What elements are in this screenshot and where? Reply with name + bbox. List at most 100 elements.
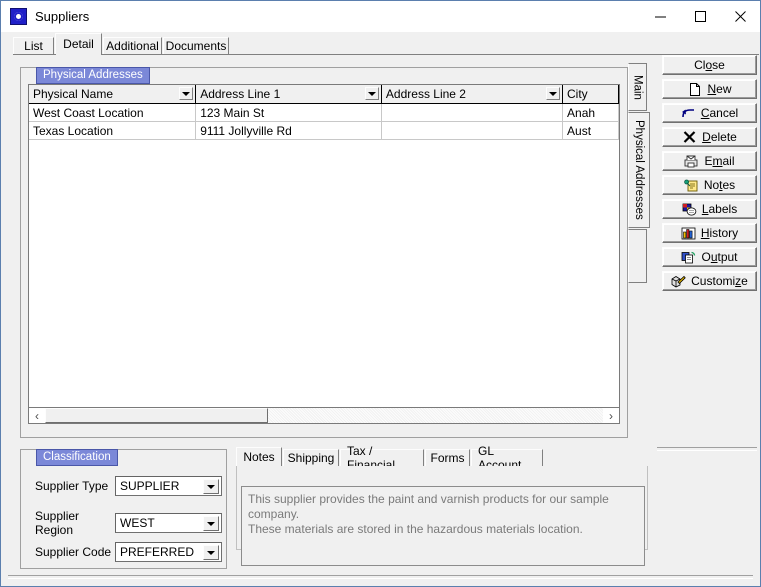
- pencil-box-icon: [671, 274, 686, 288]
- tab-documents-label: Documents: [165, 39, 227, 53]
- maximize-icon[interactable]: [680, 1, 720, 32]
- window-title: Suppliers: [35, 9, 90, 24]
- tab-notes[interactable]: Notes: [236, 447, 282, 467]
- tab-detail-label: Detail: [63, 37, 94, 51]
- supplier-region-value: WEST: [120, 516, 155, 530]
- minimize-icon[interactable]: [640, 1, 680, 32]
- copy-refresh-icon: [681, 250, 696, 264]
- email-button[interactable]: Email: [662, 151, 757, 171]
- notes-tab-strip: Notes Shipping Tax / Financial Forms GL …: [236, 444, 648, 472]
- supplier-code-select[interactable]: PREFERRED: [115, 542, 222, 562]
- delete-button-label: Delete: [702, 130, 737, 144]
- vtab-main-label: Main: [631, 74, 644, 100]
- table-row[interactable]: West Coast Location 123 Main St Anah: [29, 104, 619, 122]
- right-panel-divider: [657, 447, 757, 451]
- cell-physical-name: Texas Location: [29, 122, 197, 139]
- cell-city: Aust: [563, 122, 619, 139]
- chevron-down-icon[interactable]: [203, 479, 219, 494]
- physical-addresses-group-label: Physical Addresses: [36, 67, 150, 84]
- tab-tax-financial[interactable]: Tax / Financial: [340, 444, 424, 472]
- app-suppliers-icon: [10, 8, 27, 25]
- notes-button-label: Notes: [703, 178, 736, 192]
- tab-additional[interactable]: Additional: [103, 37, 162, 54]
- suppliers-window: Suppliers List Detail Additional Documen…: [0, 0, 761, 587]
- x-mark-icon: [682, 130, 697, 144]
- filter-dropdown-icon[interactable]: [546, 87, 561, 100]
- tab-list[interactable]: List: [13, 37, 54, 54]
- grid-col-city[interactable]: City: [563, 85, 619, 103]
- grid-col-address2-label: Address Line 2: [385, 87, 466, 101]
- cancel-button[interactable]: Cancel: [662, 103, 757, 123]
- close-icon[interactable]: [720, 1, 760, 32]
- close-button[interactable]: Close: [662, 55, 757, 75]
- labels-button[interactable]: Labels: [662, 199, 757, 219]
- grid-col-physical-name[interactable]: Physical Name: [29, 85, 197, 103]
- page-icon: [687, 82, 702, 96]
- supplier-region-label: Supplier Region: [35, 509, 80, 537]
- notepad-pin-icon: [684, 178, 699, 192]
- grid-header-row: Physical Name Address Line 1 Address Lin…: [29, 85, 619, 104]
- filter-dropdown-icon[interactable]: [364, 87, 379, 100]
- vertical-tab-strip: Main Physical Addresses: [628, 63, 650, 283]
- cell-physical-name: West Coast Location: [29, 104, 197, 121]
- supplier-type-label: Supplier Type: [35, 479, 109, 493]
- filter-dropdown-icon[interactable]: [179, 87, 194, 100]
- action-button-panel: Close New Cancel Delete Email Notes Labe…: [662, 55, 757, 295]
- grid-col-address1[interactable]: Address Line 1: [196, 85, 382, 103]
- field-supplier-type: Supplier Type SUPPLIER: [35, 476, 222, 496]
- cancel-button-label: Cancel: [700, 106, 739, 120]
- supplier-code-value: PREFERRED: [120, 545, 195, 559]
- tab-list-label: List: [24, 39, 43, 53]
- bar-chart-icon: [681, 226, 696, 240]
- bottom-divider: [8, 575, 753, 579]
- tab-forms[interactable]: Forms: [425, 449, 470, 466]
- classification-group-label: Classification: [36, 449, 118, 466]
- tab-additional-label: Additional: [106, 39, 159, 53]
- customize-button[interactable]: Customize: [662, 271, 757, 291]
- addresses-grid[interactable]: Physical Name Address Line 1 Address Lin…: [28, 84, 620, 424]
- new-button[interactable]: New: [662, 79, 757, 99]
- grid-horizontal-scrollbar[interactable]: ‹ ›: [28, 407, 620, 424]
- tab-notes-label: Notes: [243, 450, 275, 464]
- grid-col-address1-label: Address Line 1: [200, 87, 281, 101]
- tab-shipping-label: Shipping: [287, 451, 335, 465]
- chevron-down-icon[interactable]: [203, 516, 219, 531]
- scrollbar-track[interactable]: [45, 408, 603, 423]
- tab-documents[interactable]: Documents: [163, 37, 229, 54]
- supplier-type-select[interactable]: SUPPLIER: [115, 476, 222, 496]
- field-supplier-region: Supplier Region WEST: [35, 509, 222, 537]
- tab-forms-label: Forms: [430, 451, 465, 465]
- vtab-main[interactable]: Main: [628, 63, 647, 111]
- tab-gl-account[interactable]: GL Account: [471, 444, 543, 472]
- cell-city: Anah: [563, 104, 619, 121]
- tab-shipping[interactable]: Shipping: [283, 449, 339, 466]
- notes-textarea[interactable]: This supplier provides the paint and var…: [241, 486, 645, 566]
- supplier-region-select[interactable]: WEST: [115, 513, 222, 533]
- title-bar: Suppliers: [1, 1, 760, 32]
- supplier-type-value: SUPPLIER: [120, 479, 180, 493]
- scroll-left-icon[interactable]: ‹: [29, 408, 45, 423]
- vtab-physical-addresses-label: Physical Addresses: [633, 120, 645, 220]
- detail-page: Physical Addresses Physical Name Address…: [2, 55, 759, 585]
- vtab-physical-addresses[interactable]: Physical Addresses: [628, 112, 650, 228]
- customize-button-label: Customize: [691, 274, 748, 288]
- close-button-label: Close: [694, 58, 725, 72]
- delete-button[interactable]: Delete: [662, 127, 757, 147]
- grid-col-city-label: City: [567, 87, 588, 101]
- scrollbar-thumb[interactable]: [45, 408, 269, 423]
- chevron-down-icon[interactable]: [203, 545, 219, 560]
- new-button-label: New: [707, 82, 732, 96]
- cell-address2: [381, 104, 564, 121]
- email-button-label: Email: [704, 154, 735, 168]
- tab-detail[interactable]: Detail: [55, 33, 102, 55]
- notes-line-2: These materials are stored in the hazard…: [248, 522, 583, 536]
- output-button-label: Output: [701, 250, 738, 264]
- grid-col-address2[interactable]: Address Line 2: [381, 85, 564, 103]
- classification-group: Supplier Type SUPPLIER Supplier Region W…: [20, 449, 227, 569]
- scroll-right-icon[interactable]: ›: [603, 408, 619, 423]
- notes-button[interactable]: Notes: [662, 175, 757, 195]
- history-button[interactable]: History: [662, 223, 757, 243]
- table-row[interactable]: Texas Location 9111 Jollyville Rd Aust: [29, 122, 619, 140]
- history-button-label: History: [700, 226, 739, 240]
- output-button[interactable]: Output: [662, 247, 757, 267]
